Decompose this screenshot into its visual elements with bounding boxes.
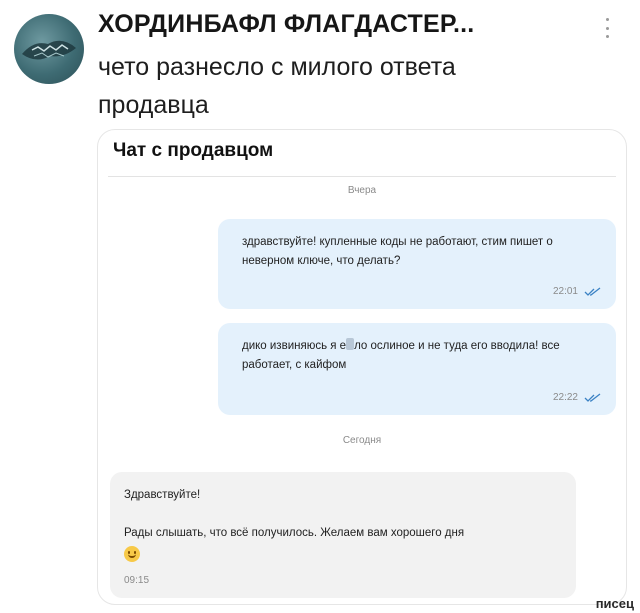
divider	[108, 176, 616, 177]
date-separator-yesterday: Вчера	[347, 185, 377, 196]
smile-emoji-icon	[124, 545, 140, 562]
message-greeting: Здравствуйте!	[124, 489, 201, 501]
date-separator-today: Сегодня	[342, 435, 382, 446]
avatar-image	[22, 40, 76, 60]
message-text-part: дико извиняюсь я е	[242, 340, 347, 352]
blurred-text	[346, 338, 355, 350]
chat-screenshot-card: Чат с продавцом Вчера здравствуйте! купл…	[97, 129, 627, 605]
incoming-message: Здравствуйте! Рады слышать, что всё полу…	[110, 472, 576, 598]
post-author-name[interactable]: ХОРДИНБАФЛ ФЛАГДАСТЕР...	[98, 10, 474, 39]
read-ticks-icon	[584, 286, 601, 296]
message-text: здравствуйте! купленные коды не работают…	[242, 236, 553, 267]
post-screenshot: ХОРДИНБАФЛ ФЛАГДАСТЕР... чето разнесло с…	[0, 0, 640, 613]
outgoing-message: дико извиняюсь я е ло ослиное и не туда е…	[218, 323, 616, 415]
message-body: Рады слышать, что всё получилось. Желаем…	[124, 527, 465, 539]
message-time: 22:01	[552, 286, 578, 297]
post-text: чето разнесло с милого ответа продавца	[98, 53, 456, 119]
more-options-icon[interactable]	[601, 16, 613, 40]
outgoing-message: здравствуйте! купленные коды не работают…	[218, 219, 616, 309]
message-time: 09:15	[124, 575, 150, 586]
message-text: Здравствуйте! Рады слышать, что всё полу…	[124, 486, 560, 564]
message-meta: 22:22	[553, 388, 602, 407]
message-meta: 22:01	[553, 282, 602, 301]
watermark: писец	[595, 596, 634, 611]
chat-title: Чат с продавцом	[113, 140, 274, 161]
message-text: дико извиняюсь я е ло ослиное и не туда е…	[242, 337, 600, 375]
message-time: 22:22	[552, 392, 578, 403]
author-avatar[interactable]	[14, 14, 84, 84]
read-ticks-icon	[584, 392, 601, 402]
